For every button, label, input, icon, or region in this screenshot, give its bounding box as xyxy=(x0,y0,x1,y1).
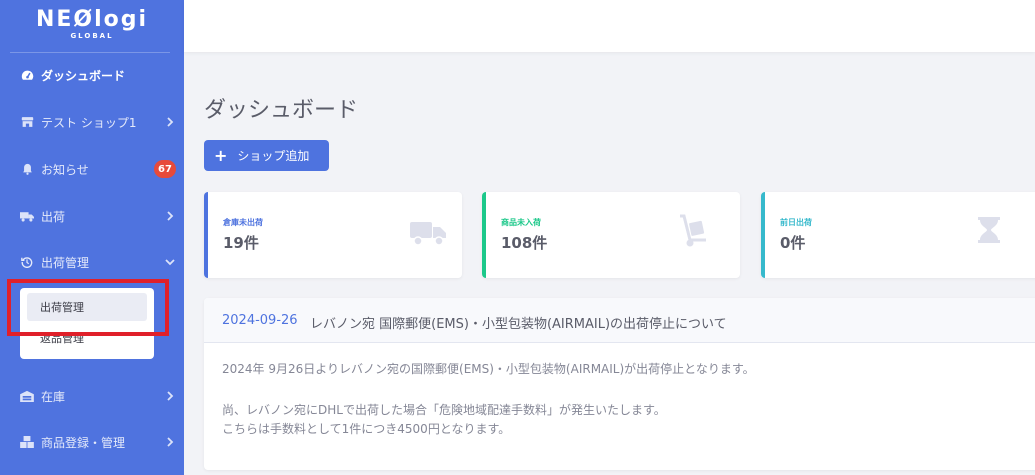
boxes-icon xyxy=(20,435,34,449)
brand-name: NEØlogi xyxy=(35,7,149,32)
card-value: 0件 xyxy=(780,234,806,252)
store-icon xyxy=(20,115,34,129)
dolly-icon xyxy=(678,214,716,248)
chevron-right-icon xyxy=(163,209,177,223)
card-label: 商品未入荷 xyxy=(501,218,541,227)
sidebar-item-label: 出荷管理 xyxy=(41,255,90,270)
stat-card-previous-day-shipped[interactable]: 前日出荷 0件 xyxy=(761,192,1035,278)
chevron-right-icon xyxy=(163,389,177,403)
stat-card-warehouse-unshipped[interactable]: 倉庫未出荷 19件 xyxy=(204,192,462,278)
notice-date[interactable]: 2024-09-26 xyxy=(222,313,298,328)
sidebar: NEØlogi GLOBAL ダッシュボード テスト ショップ1 お知らせ 67… xyxy=(0,0,184,475)
brand-logo[interactable]: NEØlogi GLOBAL xyxy=(0,0,184,52)
card-accent-bar xyxy=(761,192,765,278)
highlight-annotation-box xyxy=(7,279,169,336)
sidebar-item-label: 在庫 xyxy=(41,389,66,404)
page-title: ダッシュボード xyxy=(204,98,359,123)
chevron-right-icon xyxy=(163,115,177,129)
sidebar-item-dashboard[interactable]: ダッシュボード xyxy=(0,60,184,90)
notification-count-badge: 67 xyxy=(154,160,176,178)
card-value: 108件 xyxy=(501,234,548,252)
sidebar-item-shipping-management[interactable]: 出荷管理 xyxy=(0,247,184,277)
warehouse-icon xyxy=(20,389,34,403)
notice-header: 2024-09-26 レバノン宛 国際郵便(EMS)・小型包装物(AIRMAIL… xyxy=(204,298,1035,343)
sidebar-item-label: テスト ショップ1 xyxy=(41,115,137,130)
card-label: 倉庫未出荷 xyxy=(223,218,263,227)
sidebar-item-notifications[interactable]: お知らせ 67 xyxy=(0,154,184,184)
topbar xyxy=(184,0,1035,52)
sidebar-item-inventory[interactable]: 在庫 xyxy=(0,381,184,411)
notice-title[interactable]: レバノン宛 国際郵便(EMS)・小型包装物(AIRMAIL)の出荷停止について xyxy=(310,313,727,332)
hourglass-icon xyxy=(977,214,1015,248)
card-accent-bar xyxy=(482,192,486,278)
chevron-down-icon xyxy=(163,255,177,269)
bell-icon xyxy=(20,162,34,176)
notice-card: 2024-09-26 レバノン宛 国際郵便(EMS)・小型包装物(AIRMAIL… xyxy=(204,298,1035,470)
sidebar-item-label: お知らせ xyxy=(41,162,89,177)
add-shop-button[interactable]: + ショップ追加 xyxy=(204,140,329,171)
card-label: 前日出荷 xyxy=(780,218,812,227)
card-accent-bar xyxy=(204,192,208,278)
add-shop-button-label: ショップ追加 xyxy=(237,149,310,163)
notice-body-line: 2024年 9月26日よりレバノン宛の国際郵便(EMS)・小型包装物(AIRMA… xyxy=(222,362,755,376)
tachometer-icon xyxy=(20,68,34,82)
sidebar-item-label: ダッシュボード xyxy=(41,68,126,83)
sidebar-item-label: 商品登録・管理 xyxy=(41,435,126,450)
sidebar-item-label: 出荷 xyxy=(41,209,66,224)
history-icon xyxy=(20,255,34,269)
sidebar-item-test-shop[interactable]: テスト ショップ1 xyxy=(0,107,184,137)
notice-body-line: こちらは手数料として1件につき4500円となります。 xyxy=(222,422,511,436)
sidebar-item-shipping[interactable]: 出荷 xyxy=(0,201,184,231)
brand-subtitle: GLOBAL xyxy=(70,32,114,40)
card-value: 19件 xyxy=(223,234,259,252)
plus-icon: + xyxy=(214,145,228,165)
stat-card-products-not-arrived[interactable]: 商品未入荷 108件 xyxy=(482,192,740,278)
sidebar-item-products[interactable]: 商品登録・管理 xyxy=(0,427,184,457)
truck-icon xyxy=(20,209,34,223)
chevron-right-icon xyxy=(163,435,177,449)
sidebar-divider xyxy=(10,52,170,53)
truck-icon xyxy=(410,214,448,248)
notice-body-line: 尚、レバノン宛にDHLで出荷した場合「危険地域配達手数料」が発生いたします。 xyxy=(222,403,666,417)
